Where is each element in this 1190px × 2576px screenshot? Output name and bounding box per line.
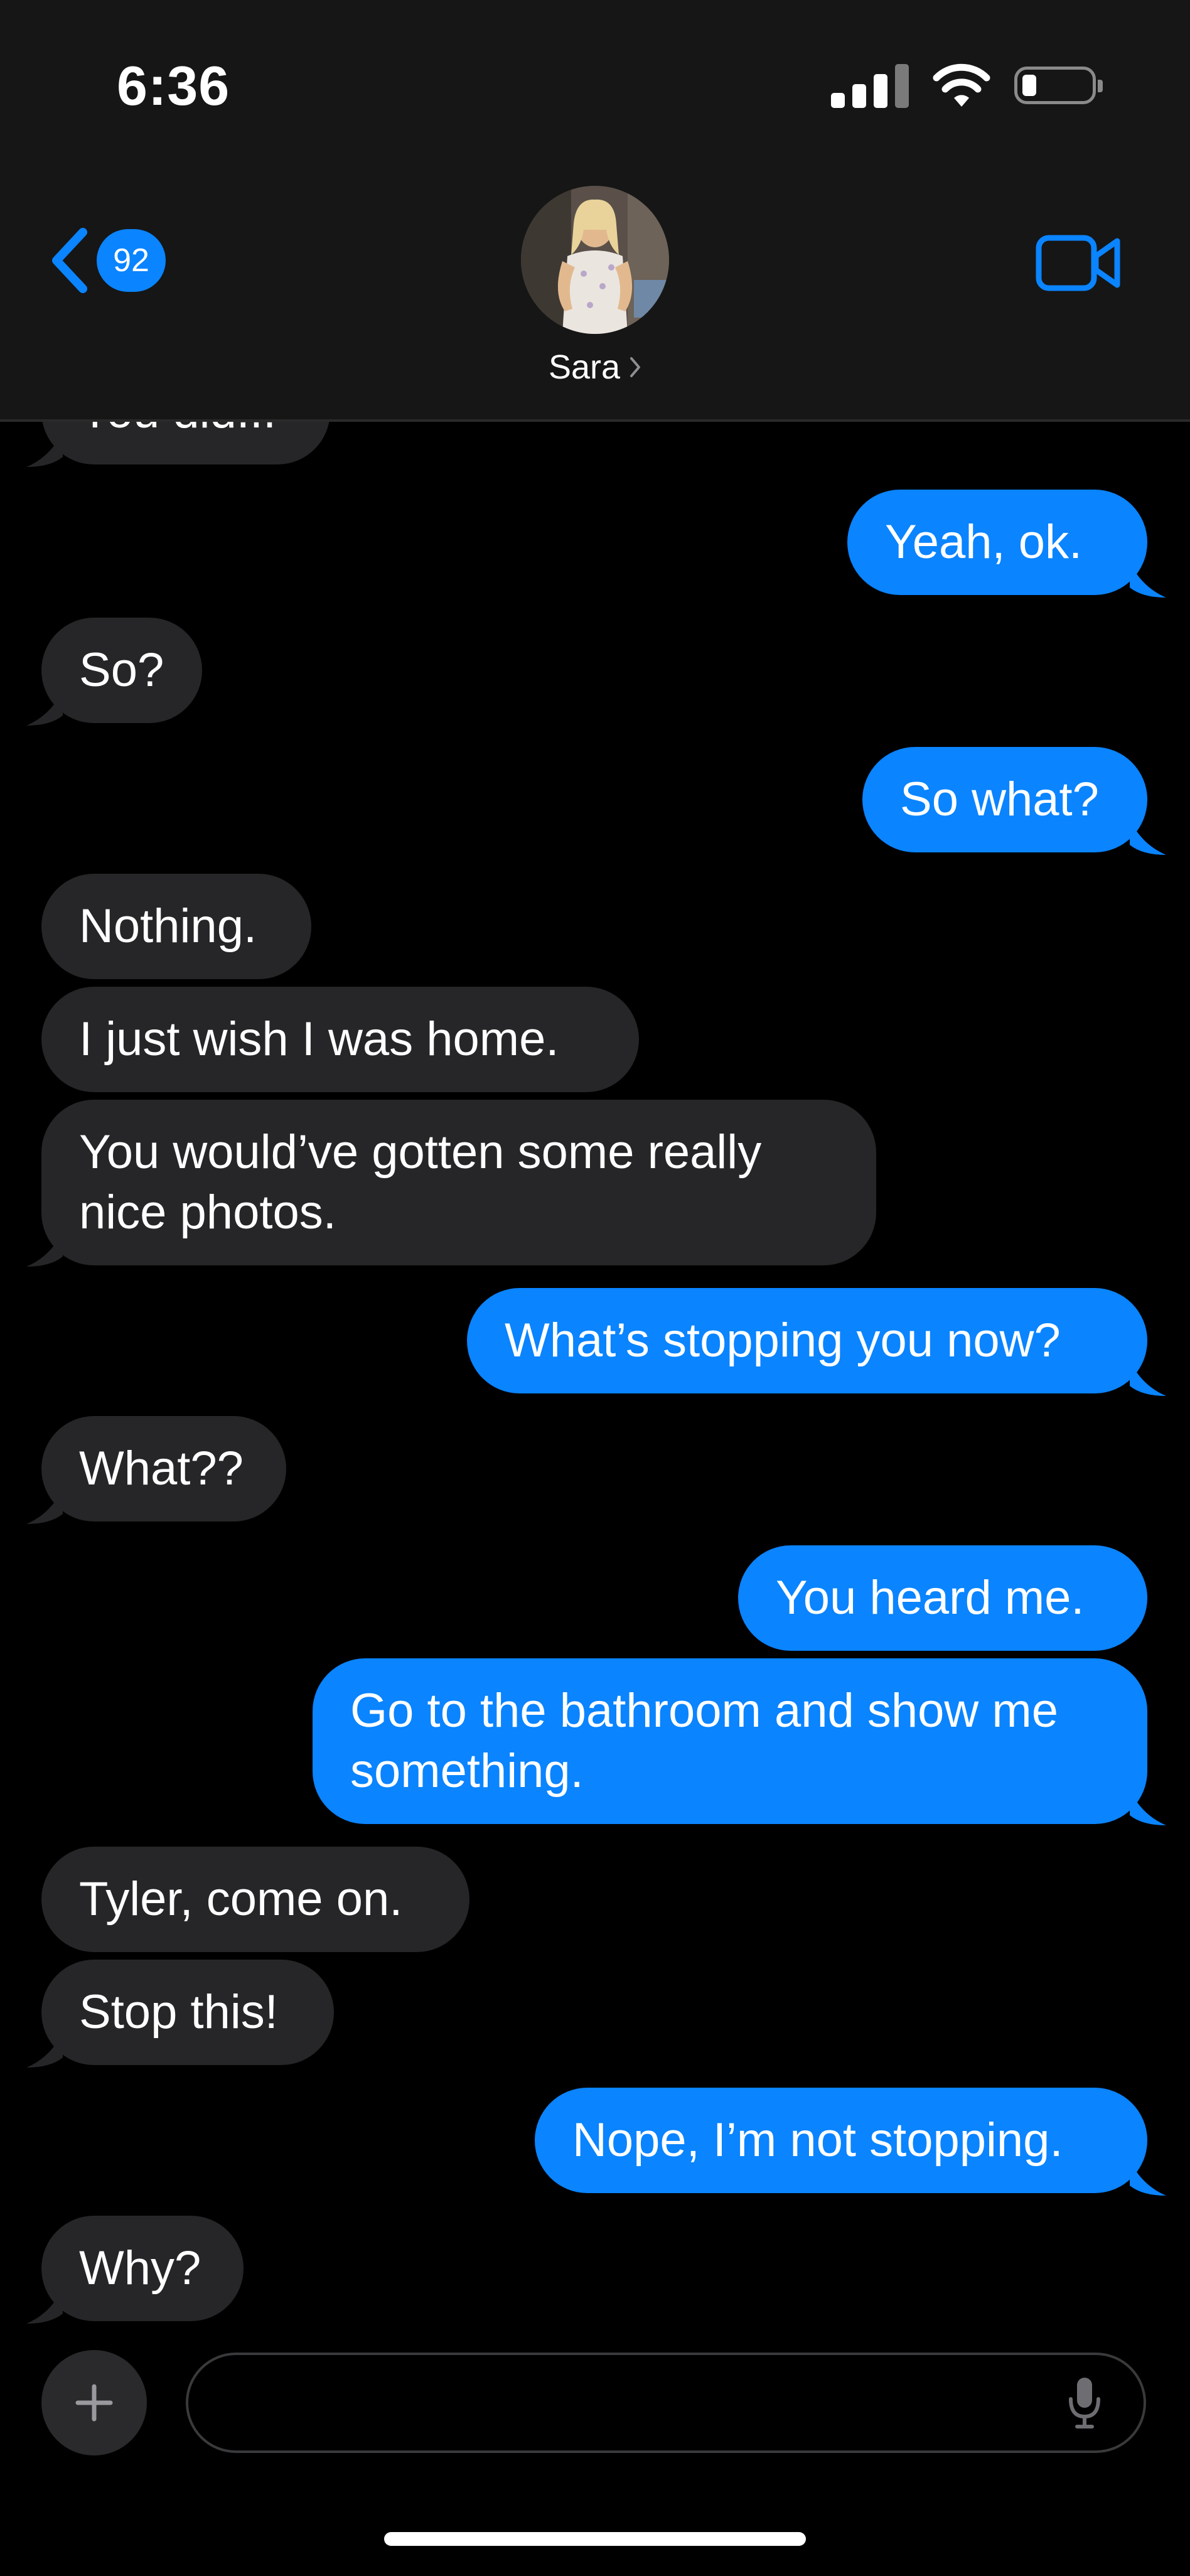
bubble-tail xyxy=(26,2289,63,2324)
plus-icon xyxy=(75,2384,113,2422)
message-text: Tyler, come on. xyxy=(79,1872,403,1926)
message-sent[interactable]: So what? xyxy=(862,747,1147,852)
message-received[interactable]: So? xyxy=(41,618,202,723)
message-received[interactable]: You would’ve gotten some really nice pho… xyxy=(41,1100,876,1265)
contact-name: Sara xyxy=(548,348,621,386)
message-text: Stop this! xyxy=(79,1985,278,2039)
microphone-button[interactable] xyxy=(1066,2375,1103,2434)
message-text: Nothing. xyxy=(79,899,257,953)
chevron-right-icon xyxy=(630,357,641,377)
message-text: You would’ve gotten some really nice pho… xyxy=(79,1125,762,1239)
bubble-tail xyxy=(26,1232,63,1267)
message-input-field[interactable] xyxy=(186,2353,1146,2453)
bubble-tail xyxy=(1130,1361,1166,1396)
message-sent[interactable]: Go to the bathroom and show me something… xyxy=(313,1658,1147,1824)
wifi-icon xyxy=(933,63,990,107)
message-received[interactable]: I just wish I was home. xyxy=(41,987,639,1092)
message-text: So what? xyxy=(900,773,1099,826)
message-text: Nope, I’m not stopping. xyxy=(572,2113,1063,2167)
bubble-tail xyxy=(1130,2160,1166,2196)
message-sent[interactable]: You heard me. xyxy=(738,1545,1147,1651)
avatar[interactable] xyxy=(521,186,669,334)
cellular-signal-icon xyxy=(831,63,909,108)
contact-name-row[interactable]: Sara xyxy=(549,348,641,387)
message-received[interactable]: Why? xyxy=(41,2216,244,2321)
conversation-header: 6:36 92 Sara xyxy=(0,0,1190,422)
home-indicator[interactable] xyxy=(384,2532,806,2546)
bubble-tail xyxy=(26,690,63,726)
message-text: I just wish I was home. xyxy=(79,1012,559,1066)
message-received[interactable]: Tyler, come on. xyxy=(41,1847,469,1952)
message-received[interactable]: Nothing. xyxy=(41,874,311,979)
contact-info[interactable]: Sara xyxy=(0,186,1190,387)
status-time: 6:36 xyxy=(117,55,230,117)
message-text: Why? xyxy=(79,2241,201,2295)
avatar-photo xyxy=(521,186,669,334)
message-sent[interactable]: Yeah, ok. xyxy=(847,490,1147,595)
bubble-tail xyxy=(26,1489,63,1524)
message-text: Go to the bathroom and show me something… xyxy=(350,1684,1058,1798)
bubble-tail xyxy=(26,432,63,467)
message-received[interactable]: What?? xyxy=(41,1416,286,1521)
video-call-button[interactable] xyxy=(1036,235,1121,294)
add-attachment-button[interactable] xyxy=(41,2350,147,2455)
message-text: You heard me. xyxy=(776,1571,1085,1624)
video-camera-icon xyxy=(1036,235,1120,291)
message-text: What’s stopping you now? xyxy=(505,1314,1061,1367)
message-sent[interactable]: What’s stopping you now? xyxy=(467,1288,1147,1393)
message-text: What?? xyxy=(79,1442,244,1495)
messages-screen: You did... Yeah, ok. So? So what? Nothin… xyxy=(0,0,1190,2576)
message-received[interactable]: Stop this! xyxy=(41,1960,334,2065)
status-icons xyxy=(831,63,1103,108)
message-text: So? xyxy=(79,643,164,697)
bubble-tail xyxy=(26,2032,63,2068)
bubble-tail xyxy=(1130,1790,1166,1825)
battery-icon xyxy=(1014,67,1103,104)
message-text: Yeah, ok. xyxy=(885,515,1083,569)
microphone-icon xyxy=(1069,2378,1100,2428)
message-sent[interactable]: Nope, I’m not stopping. xyxy=(535,2088,1147,2193)
bubble-tail xyxy=(1130,562,1166,598)
bubble-tail xyxy=(1130,820,1166,855)
